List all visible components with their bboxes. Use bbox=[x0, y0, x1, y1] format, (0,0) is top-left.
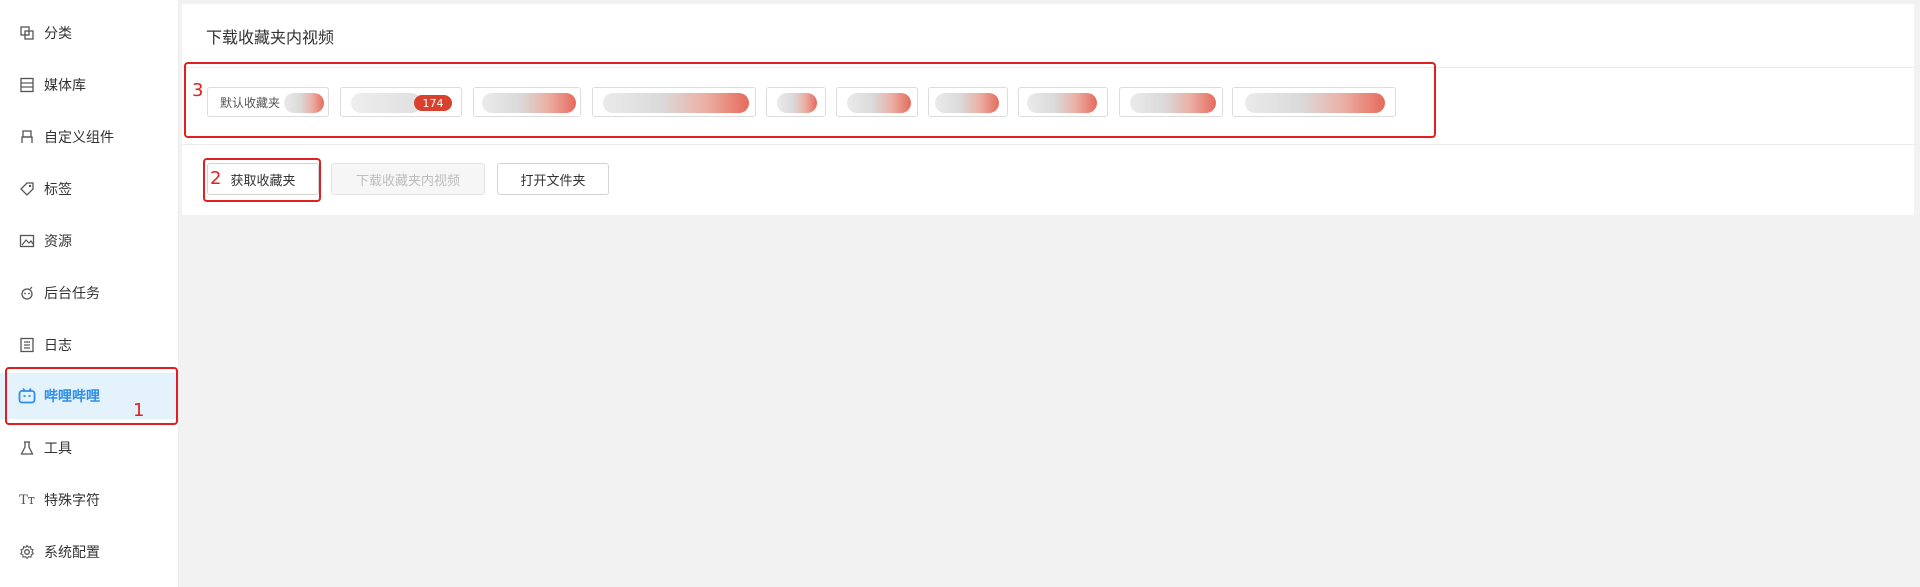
sidebar-item-label: 系统配置 bbox=[44, 545, 100, 561]
sidebar-item-label: 分类 bbox=[44, 26, 72, 42]
image-icon bbox=[16, 230, 38, 252]
annotation-number-2: 2 bbox=[210, 168, 222, 189]
sidebar-item-settings[interactable]: 系统配置 bbox=[0, 529, 178, 575]
sidebar-item-label: 工具 bbox=[44, 441, 72, 457]
category-icon bbox=[16, 22, 38, 44]
sidebar-item-media-library[interactable]: 媒体库 bbox=[0, 62, 178, 108]
annotation-number-1: 1 bbox=[133, 400, 145, 421]
sidebar-item-special-chars[interactable]: Tт 特殊字符 bbox=[0, 477, 178, 523]
count-badge: 174 bbox=[414, 95, 452, 111]
sidebar-item-log[interactable]: 日志 bbox=[0, 322, 178, 368]
sidebar: 分类 媒体库 自定义组件 标签 资源 后台任务 日志 哔哩哔哩 工具 Tт 特殊… bbox=[0, 0, 179, 587]
flask-icon bbox=[16, 437, 38, 459]
sidebar-item-label: 特殊字符 bbox=[44, 493, 100, 509]
annotation-number-3: 3 bbox=[192, 80, 204, 101]
custom-component-icon bbox=[16, 126, 38, 148]
sidebar-item-tag[interactable]: 标签 bbox=[0, 166, 178, 212]
sidebar-item-label: 标签 bbox=[44, 182, 72, 198]
sidebar-item-label: 资源 bbox=[44, 234, 72, 250]
media-library-icon bbox=[16, 74, 38, 96]
log-icon bbox=[16, 334, 38, 356]
sidebar-item-resource[interactable]: 资源 bbox=[0, 218, 178, 264]
text-type-icon: Tт bbox=[19, 492, 35, 508]
annotation-highlight-1 bbox=[5, 367, 178, 425]
sidebar-item-background-task[interactable]: 后台任务 bbox=[0, 270, 178, 316]
sidebar-item-custom-component[interactable]: 自定义组件 bbox=[0, 114, 178, 160]
sidebar-item-tools[interactable]: 工具 bbox=[0, 425, 178, 471]
page-title: 下载收藏夹内视频 bbox=[206, 28, 335, 47]
divider bbox=[182, 144, 1914, 145]
annotation-highlight-3 bbox=[184, 62, 1436, 138]
sidebar-item-label: 后台任务 bbox=[44, 286, 100, 302]
favorite-folder-label: 默认收藏夹 bbox=[220, 95, 281, 110]
tag-icon bbox=[16, 178, 38, 200]
settings-gear-icon bbox=[16, 541, 38, 563]
background-task-icon bbox=[16, 282, 38, 304]
open-folder-button[interactable]: 打开文件夹 bbox=[497, 163, 609, 195]
sidebar-item-label: 自定义组件 bbox=[44, 130, 114, 146]
sidebar-item-label: 日志 bbox=[44, 338, 72, 354]
download-favorites-button[interactable]: 下载收藏夹内视频 bbox=[331, 163, 485, 195]
sidebar-item-category[interactable]: 分类 bbox=[0, 10, 178, 56]
sidebar-item-label: 媒体库 bbox=[44, 78, 86, 94]
